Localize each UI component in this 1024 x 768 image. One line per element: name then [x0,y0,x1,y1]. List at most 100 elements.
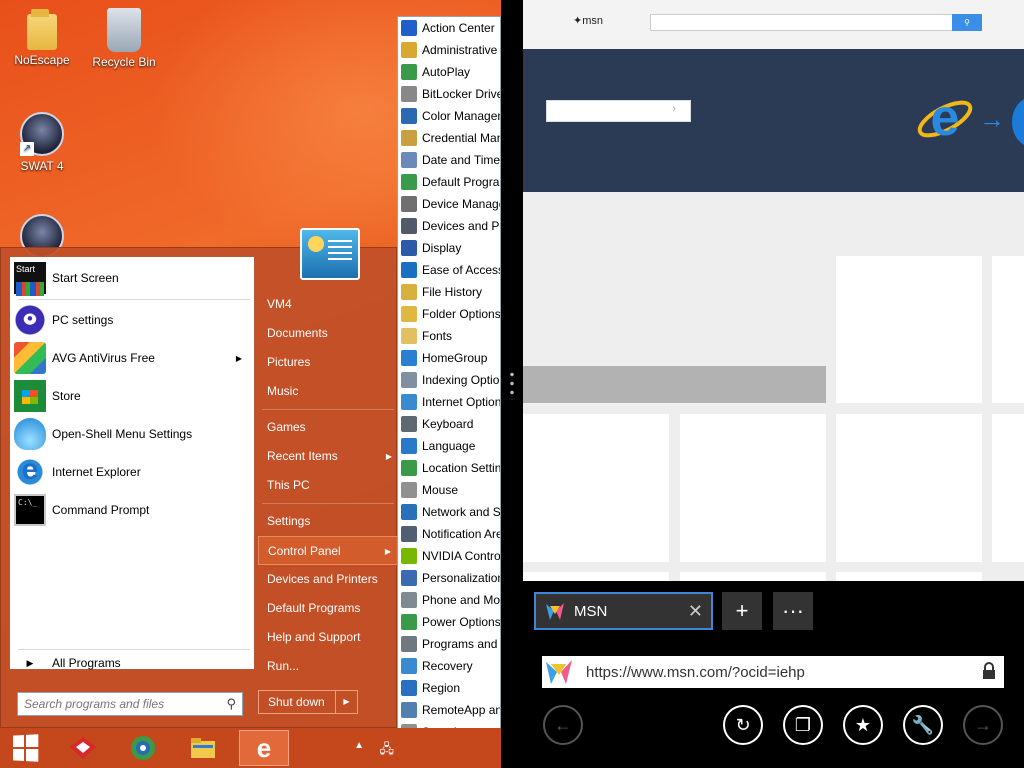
cp-item-autoplay[interactable]: AutoPlay [398,61,500,83]
start-link-run[interactable]: Run... [258,652,398,681]
content-tile[interactable] [836,572,982,581]
start-item-internet-explorer[interactable]: Internet Explorer [14,455,250,489]
content-tile[interactable] [523,414,669,562]
cp-item-folder-options[interactable]: Folder Options [398,303,500,325]
taskbar-app-1[interactable] [58,730,108,766]
snap-splitter[interactable] [501,0,523,768]
start-link-pictures[interactable]: Pictures [258,348,398,377]
search-input[interactable] [24,697,214,711]
search-icon[interactable]: ⚲ [226,696,236,712]
taskbar-file-explorer[interactable] [178,730,228,766]
tab-tools-button[interactable]: ··· [773,592,813,630]
cp-item-label: Mouse [422,483,459,497]
address-bar[interactable] [542,656,1004,688]
content-tile[interactable] [836,414,982,562]
cp-item-language[interactable]: Language [398,435,500,457]
content-tile[interactable] [680,572,826,581]
start-item-avg[interactable]: AVG AntiVirus Free ▶ [14,341,250,375]
tab-msn[interactable]: MSN ✕ [534,592,713,630]
start-item-open-shell[interactable]: Open-Shell Menu Settings [14,417,250,451]
desktop-icon-recycle-bin[interactable]: Recycle Bin [84,8,164,69]
shutdown-button[interactable]: Shut down [258,690,336,714]
cp-item-action-center[interactable]: Action Center [398,17,500,39]
cp-item-indexing-options[interactable]: Indexing Options [398,369,500,391]
url-input[interactable] [586,663,966,681]
msn-search-field[interactable]: ⚲ [650,14,982,31]
cp-item-administrative-tools[interactable]: Administrative Tools [398,39,500,61]
cp-item-power-options[interactable]: Power Options [398,611,500,633]
start-link-recent-items[interactable]: Recent Items ▶ [258,442,398,471]
content-tile[interactable] [523,572,669,581]
start-item-command-prompt[interactable]: C:\_ Command Prompt [14,493,250,527]
all-programs-button[interactable]: ▶ All Programs [14,653,250,673]
start-item-start-screen[interactable]: Start Start Screen [14,261,250,296]
start-search-box[interactable]: ⚲ [17,692,243,716]
cp-item-region[interactable]: Region [398,677,500,699]
network-icon[interactable]: 🖧 [380,740,395,762]
cp-item-remoteapp-and-desktop-connections[interactable]: RemoteApp and Desktop Connections [398,699,500,721]
cp-item-color-management[interactable]: Color Management [398,105,500,127]
taskbar-internet-explorer[interactable]: e [239,730,289,766]
hero-button[interactable]: › [546,100,691,122]
cp-item-default-programs[interactable]: Default Programs [398,171,500,193]
start-link-music[interactable]: Music [258,377,398,406]
start-link-default-programs[interactable]: Default Programs [258,594,398,623]
favorites-button[interactable]: ★ [843,705,883,745]
start-link-settings[interactable]: Settings [258,507,398,536]
start-button[interactable] [0,730,50,766]
cp-item-network-and-sharing-center[interactable]: Network and Sharing Center [398,501,500,523]
desktop-icon-noescape[interactable]: NoEscape [2,9,82,67]
msn-logo[interactable]: ✦msn [573,14,603,27]
start-link-devices-printers[interactable]: Devices and Printers [258,565,398,594]
shutdown-options-button[interactable]: ▶ [336,690,358,714]
taskbar-app-2[interactable] [118,730,168,766]
cp-item-keyboard[interactable]: Keyboard [398,413,500,435]
start-item-store[interactable]: Store [14,379,250,413]
tools-button[interactable]: 🔧 [903,705,943,745]
content-tile[interactable] [992,414,1024,562]
cp-item-programs-and-features[interactable]: Programs and Features [398,633,500,655]
cp-item-phone-and-modem[interactable]: Phone and Modem [398,589,500,611]
close-tab-icon[interactable]: ✕ [688,601,703,622]
cp-item-homegroup[interactable]: HomeGroup [398,347,500,369]
new-tab-button[interactable]: + [722,592,762,630]
tabs-button[interactable]: ❐ [783,705,823,745]
cp-item-recovery[interactable]: Recovery [398,655,500,677]
user-picture[interactable] [300,228,360,280]
cp-item-device-manager[interactable]: Device Manager [398,193,500,215]
content-tile[interactable] [836,256,982,403]
start-link-control-panel[interactable]: Control Panel ▶ [258,536,398,565]
content-tile[interactable] [680,414,826,562]
cp-item-label: Recovery [422,659,473,673]
cp-item-fonts[interactable]: Fonts [398,325,500,347]
splitter-grip-icon[interactable] [510,370,514,400]
cp-item-file-history[interactable]: File History [398,281,500,303]
start-link-this-pc[interactable]: This PC [258,471,398,500]
cp-item-ease-of-access-center[interactable]: Ease of Access Center [398,259,500,281]
start-item-pc-settings[interactable]: PC settings [14,303,250,337]
cp-item-mouse[interactable]: Mouse [398,479,500,501]
cp-item-personalization[interactable]: Personalization [398,567,500,589]
cp-item-internet-options[interactable]: Internet Options [398,391,500,413]
cp-item-notification-area-icons[interactable]: Notification Area Icons [398,523,500,545]
search-icon[interactable]: ⚲ [952,14,982,31]
cp-item-label: Device Manager [422,197,501,211]
start-link-vm4[interactable]: VM4 [258,290,398,319]
cp-item-devices-and-printers[interactable]: Devices and Printers [398,215,500,237]
tray-chevron-icon[interactable]: ▲ [354,740,364,751]
cp-item-nvidia-control-panel[interactable]: NVIDIA Control Panel [398,545,500,567]
cp-item-display[interactable]: Display [398,237,500,259]
content-tile[interactable] [992,256,1024,403]
start-link-help-support[interactable]: Help and Support [258,623,398,652]
start-link-documents[interactable]: Documents [258,319,398,348]
cp-item-location-settings[interactable]: Location Settings [398,457,500,479]
desktop-icon-swat4[interactable]: ↗ SWAT 4 [2,112,82,173]
refresh-button[interactable]: ↻ [723,705,763,745]
cp-item-credential-manager[interactable]: Credential Manager [398,127,500,149]
forward-button[interactable]: → [963,705,1003,745]
lock-icon[interactable] [982,662,996,680]
cp-item-date-and-time[interactable]: Date and Time [398,149,500,171]
cp-item-bitlocker-drive-encryption[interactable]: BitLocker Drive Encryption [398,83,500,105]
start-link-games[interactable]: Games [258,413,398,442]
back-button[interactable]: ← [543,705,583,745]
